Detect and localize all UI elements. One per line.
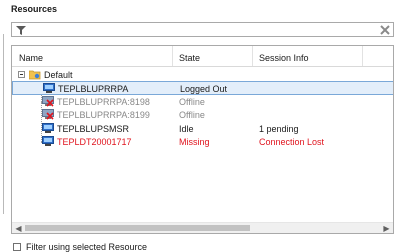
panel-title: Resources <box>11 4 58 14</box>
left-panel-edge <box>0 34 4 214</box>
resource-name: TEPLBLUPSMSR <box>57 124 130 134</box>
resources-grid[interactable]: Name State Session Info Default TEPLBLUP… <box>11 45 394 234</box>
resource-name: TEPLBLUPRRPA <box>58 84 129 94</box>
resource-state: Missing <box>179 137 210 147</box>
resource-session-info: 1 pending <box>259 124 299 134</box>
column-divider[interactable] <box>362 46 363 66</box>
scroll-left-icon[interactable]: ◀ <box>14 224 23 233</box>
group-label: Default <box>44 70 73 80</box>
resource-row[interactable]: TEPLBLUPSMSR Idle 1 pending <box>12 122 393 136</box>
column-header-name[interactable]: Name <box>19 53 43 63</box>
scroll-right-icon[interactable]: ▶ <box>382 224 391 233</box>
filter-icon[interactable] <box>16 26 26 35</box>
resource-state: Offline <box>179 97 205 107</box>
resource-state: Offline <box>179 110 205 120</box>
filter-input[interactable] <box>30 24 377 35</box>
resource-group-icon <box>29 70 41 80</box>
filter-bar[interactable] <box>11 22 394 37</box>
collapse-toggle-icon[interactable] <box>18 71 25 78</box>
computer-icon <box>43 83 55 93</box>
resource-row[interactable]: TEPLBLUPRRPA Logged Out <box>12 81 393 95</box>
tree-group-default[interactable]: Default <box>12 68 393 82</box>
resource-name: TEPLDT20001717 <box>57 137 132 147</box>
computer-icon <box>42 123 54 133</box>
resource-session-info: Connection Lost <box>259 137 325 147</box>
column-header-session-info[interactable]: Session Info <box>259 53 309 63</box>
computer-missing-icon <box>42 136 54 146</box>
resource-state: Idle <box>179 124 194 134</box>
resource-name: TEPLBLUPRRPA:8199 <box>57 110 150 120</box>
column-header-state[interactable]: State <box>179 53 200 63</box>
resource-row[interactable]: TEPLDT20001717 Missing Connection Lost <box>12 135 393 149</box>
resource-name: TEPLBLUPRRPA:8198 <box>57 97 150 107</box>
horizontal-scrollbar[interactable]: ◀ ▶ <box>12 222 393 233</box>
clear-filter-icon[interactable] <box>380 25 390 35</box>
scrollbar-thumb[interactable] <box>25 225 250 231</box>
computer-offline-icon <box>42 96 54 107</box>
column-divider[interactable] <box>252 46 253 66</box>
resource-state: Logged Out <box>180 84 228 94</box>
column-divider[interactable] <box>172 46 173 66</box>
grid-header: Name State Session Info <box>12 46 393 67</box>
resource-row[interactable]: TEPLBLUPRRPA:8198 Offline <box>12 95 393 109</box>
computer-offline-icon <box>42 109 54 120</box>
filter-selected-resource-checkbox[interactable] <box>13 243 21 251</box>
resource-row[interactable]: TEPLBLUPRRPA:8199 Offline <box>12 108 393 122</box>
checkbox-label[interactable]: Filter using selected Resource <box>26 242 147 252</box>
